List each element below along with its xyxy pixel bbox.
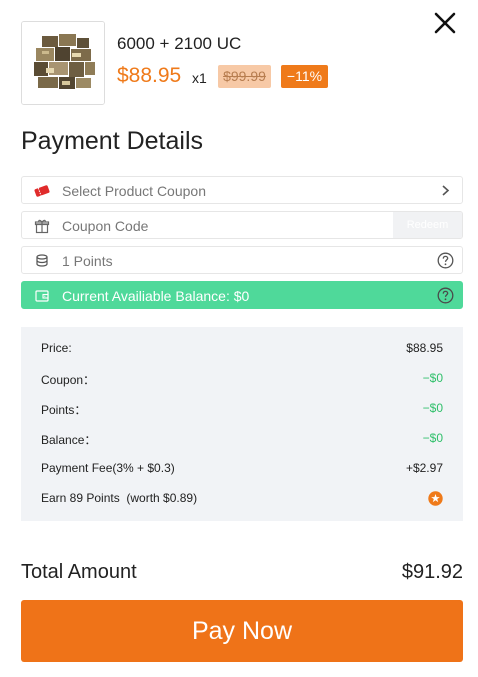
redeem-button[interactable]: Redeem: [393, 212, 462, 238]
help-icon[interactable]: [437, 252, 454, 269]
summary-row-points: Points： −$0: [41, 399, 443, 419]
summary-value: +$2.97: [405, 461, 443, 475]
close-icon: [434, 12, 456, 34]
chevron-right-icon: [442, 185, 450, 196]
points-row[interactable]: 1 Points: [21, 246, 463, 274]
order-summary: Price: $88.95 Coupon： −$0 Points： −$0 Ba…: [21, 327, 463, 521]
pay-now-button[interactable]: Pay Now: [21, 600, 463, 662]
product-name: 6000 + 2100 UC: [117, 34, 242, 53]
summary-row-balance: Balance： −$0: [41, 429, 443, 449]
star-badge-icon: [428, 491, 443, 506]
crate-bundle-image: [22, 22, 104, 104]
close-button[interactable]: [432, 10, 458, 36]
points-label: 1 Points: [62, 253, 113, 269]
total-label: Total Amount: [21, 561, 137, 583]
summary-row-coupon: Coupon： −$0: [41, 369, 443, 389]
section-title: Payment Details: [21, 127, 204, 155]
select-coupon-row[interactable]: Select Product Coupon: [21, 176, 463, 204]
summary-value: $88.95: [406, 341, 443, 355]
total-value: $91.92: [401, 561, 463, 583]
coupon-code-input[interactable]: Coupon Code: [62, 218, 148, 234]
summary-label: Points：: [41, 403, 87, 417]
summary-row-payment-fee: Payment Fee(3% + $0.3) +$2.97: [41, 459, 443, 479]
original-price: $99.99: [218, 65, 271, 88]
summary-row-earn-points: Earn 89 Points (worth $0.89): [41, 489, 443, 509]
coupon-code-row: Coupon Code Redeem: [21, 211, 463, 239]
product-price: $88.95: [117, 64, 182, 87]
summary-value: −$0: [422, 431, 443, 445]
summary-value: −$0: [422, 401, 443, 415]
gift-icon: [34, 219, 50, 234]
ticket-icon: [34, 185, 50, 197]
summary-label: Coupon：: [41, 373, 96, 387]
balance-row[interactable]: Current Availiable Balance: $0: [21, 281, 463, 309]
discount-badge: −11%: [281, 65, 328, 88]
summary-row-price: Price: $88.95: [41, 339, 443, 359]
summary-label: Payment Fee(3% + $0.3): [41, 461, 175, 475]
product-quantity: x1: [192, 70, 207, 86]
earn-points-label: Earn 89 Points (worth $0.89): [41, 491, 198, 505]
coins-icon: [36, 254, 48, 267]
select-coupon-label: Select Product Coupon: [62, 183, 206, 199]
product-image: [21, 21, 105, 105]
wallet-icon: [35, 290, 49, 302]
help-icon[interactable]: [437, 287, 454, 304]
summary-label: Price:: [41, 341, 72, 355]
balance-label: Current Availiable Balance: $0: [62, 288, 250, 304]
summary-value: −$0: [422, 371, 443, 385]
summary-label: Balance：: [41, 433, 97, 447]
